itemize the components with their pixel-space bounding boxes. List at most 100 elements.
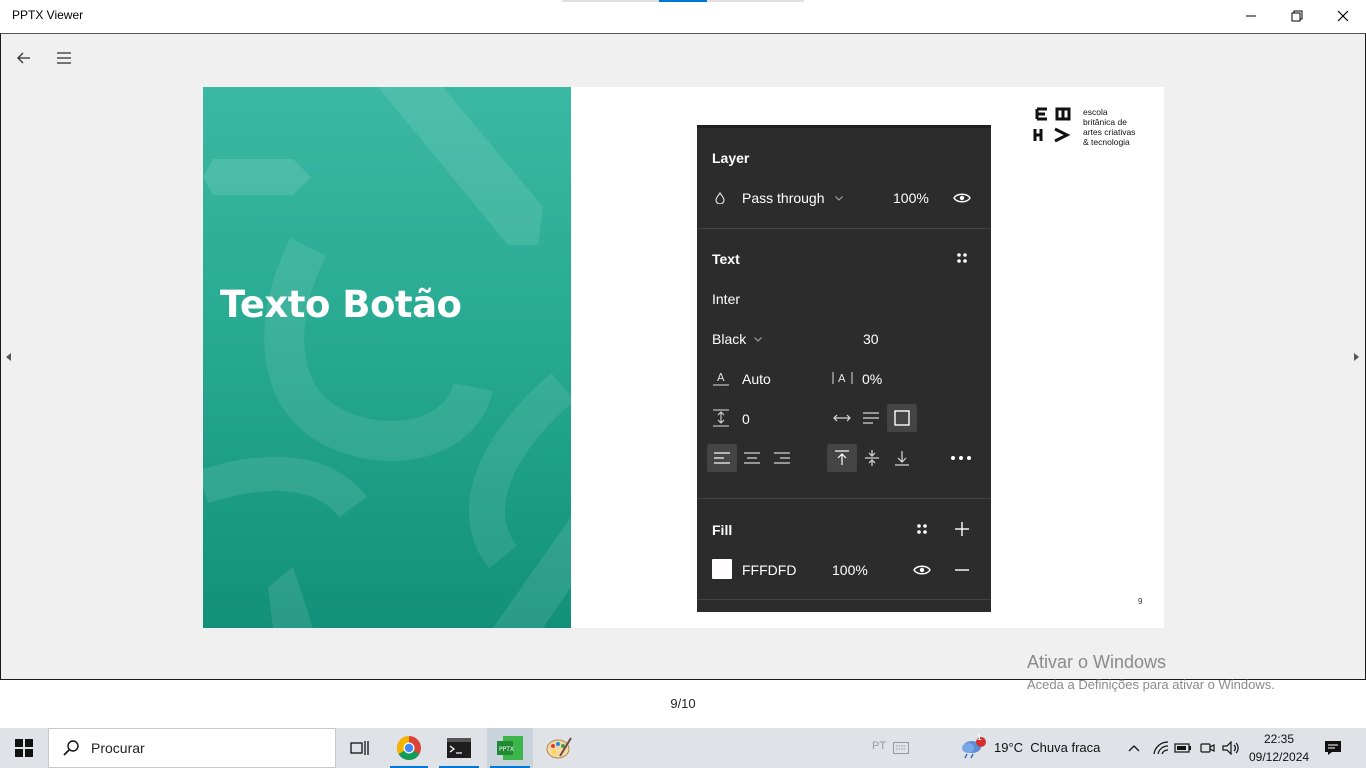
battery-button[interactable] [1172, 728, 1194, 768]
align-middle-icon [861, 449, 883, 467]
taskbar-chrome[interactable] [387, 728, 431, 768]
restore-button[interactable] [1274, 0, 1320, 32]
restore-icon [1291, 10, 1303, 22]
close-icon [1337, 10, 1349, 22]
align-left-icon [707, 444, 737, 472]
chrome-icon [396, 736, 421, 761]
styles-grid-icon [915, 522, 929, 536]
text-heading: Text [712, 251, 740, 267]
back-button[interactable] [12, 46, 36, 70]
rain-cloud-icon [962, 737, 986, 759]
start-button[interactable] [0, 728, 48, 768]
font-family-value: Inter [712, 291, 741, 307]
notifications-button[interactable] [1318, 728, 1348, 768]
fixed-size-icon [887, 404, 917, 432]
taskbar: Procurar PPTX PT 1 19°C Chuva fraca 22:3… [0, 728, 1366, 768]
terminal-icon [447, 738, 471, 758]
eye-icon [912, 563, 932, 577]
align-bottom-icon [891, 449, 913, 467]
align-center-icon [741, 451, 763, 465]
battery-icon [1174, 743, 1191, 753]
logo-text: escola britânica de artes criativas & te… [1083, 107, 1136, 147]
chevron-down-icon [753, 335, 763, 343]
hamburger-menu-icon [57, 52, 71, 64]
keyboard-button[interactable] [890, 728, 912, 768]
chevron-down-icon [834, 194, 844, 202]
more-options-icon [949, 453, 973, 463]
chevron-up-icon [1128, 745, 1140, 752]
keyboard-icon [893, 742, 909, 754]
properties-panel-image: Layer Pass through 100% Text Inter Black [697, 125, 991, 612]
close-button[interactable] [1320, 0, 1366, 32]
meet-now-button[interactable] [1196, 728, 1218, 768]
taskbar-terminal[interactable] [436, 728, 482, 768]
weather-badge: 1 [977, 733, 982, 742]
font-weight-value: Black [712, 331, 747, 347]
layer-opacity-value: 100% [893, 190, 929, 206]
plus-icon [954, 521, 970, 537]
ebac-logo: escola britânica de artes criativas & te… [1033, 107, 1153, 151]
letter-spacing-icon: A [831, 369, 855, 387]
windows-logo-icon [15, 739, 33, 757]
minimize-icon [1246, 15, 1256, 17]
notification-icon [1325, 741, 1341, 755]
slide-teal-panel: Texto Botão [203, 87, 571, 628]
menu-button[interactable] [52, 46, 76, 70]
activation-watermark: Ativar o Windows Aceda a Definições para… [1027, 652, 1275, 692]
decorative-shapes [203, 87, 571, 628]
loading-indicator [562, 0, 804, 2]
viewer-area: Texto Botão escola britânica de artes cr… [0, 33, 1366, 680]
letter-spacing-value: 0% [862, 371, 883, 387]
slide-canvas: Texto Botão escola britânica de artes cr… [203, 87, 1164, 628]
minus-icon [954, 563, 970, 577]
language-indicator[interactable]: PT [872, 740, 886, 752]
fill-hex-value: FFFDFD [742, 562, 797, 578]
back-arrow-icon [17, 52, 30, 64]
svg-text:A: A [717, 371, 725, 384]
blend-mode-value: Pass through [742, 190, 825, 206]
task-view-icon [350, 741, 369, 755]
search-placeholder: Procurar [91, 740, 145, 756]
weather-button[interactable] [958, 728, 988, 768]
taskbar-search[interactable]: Procurar [48, 728, 336, 768]
previous-slide-button[interactable] [3, 349, 15, 365]
taskbar-pptx-viewer[interactable]: PPTX [487, 728, 533, 768]
network-button[interactable] [1150, 728, 1172, 768]
title-bar: PPTX Viewer [0, 0, 1366, 32]
task-view-button[interactable] [338, 728, 382, 768]
slide-title: Texto Botão [220, 283, 462, 326]
line-height-icon: A [711, 369, 731, 387]
window-title: PPTX Viewer [12, 8, 84, 22]
svg-text:A: A [838, 372, 846, 385]
drop-icon [714, 191, 726, 205]
taskbar-paint[interactable] [538, 728, 580, 768]
font-size-value: 30 [863, 331, 879, 347]
search-icon [63, 740, 79, 756]
ebac-logo-mark [1033, 107, 1071, 143]
caret-left-icon [6, 353, 11, 361]
paint-palette-icon [546, 737, 572, 759]
layer-heading: Layer [712, 150, 750, 166]
show-hidden-icons-button[interactable] [1124, 728, 1144, 768]
pptx-viewer-icon: PPTX [497, 736, 523, 760]
page-indicator: 9/10 [670, 696, 696, 711]
line-height-value: Auto [742, 371, 771, 387]
fill-heading: Fill [712, 522, 733, 538]
eye-icon [952, 191, 972, 205]
svg-text:PPTX: PPTX [499, 746, 514, 753]
next-slide-button[interactable] [1351, 349, 1363, 365]
fill-color-swatch [712, 559, 732, 579]
paragraph-spacing-value: 0 [742, 411, 750, 427]
caret-right-icon [1354, 353, 1359, 361]
volume-button[interactable] [1220, 728, 1242, 768]
clock-date[interactable]: 09/12/2024 [1249, 750, 1309, 764]
paragraph-spacing-icon [711, 409, 731, 427]
clock-time[interactable]: 22:35 [1264, 732, 1294, 746]
minimize-button[interactable] [1228, 0, 1274, 32]
auto-height-icon [861, 411, 881, 425]
weather-text[interactable]: 19°C Chuva fraca [994, 740, 1100, 755]
styles-grid-icon [955, 251, 969, 265]
auto-width-icon [831, 411, 853, 425]
camera-icon [1200, 743, 1215, 753]
align-right-icon [771, 451, 793, 465]
